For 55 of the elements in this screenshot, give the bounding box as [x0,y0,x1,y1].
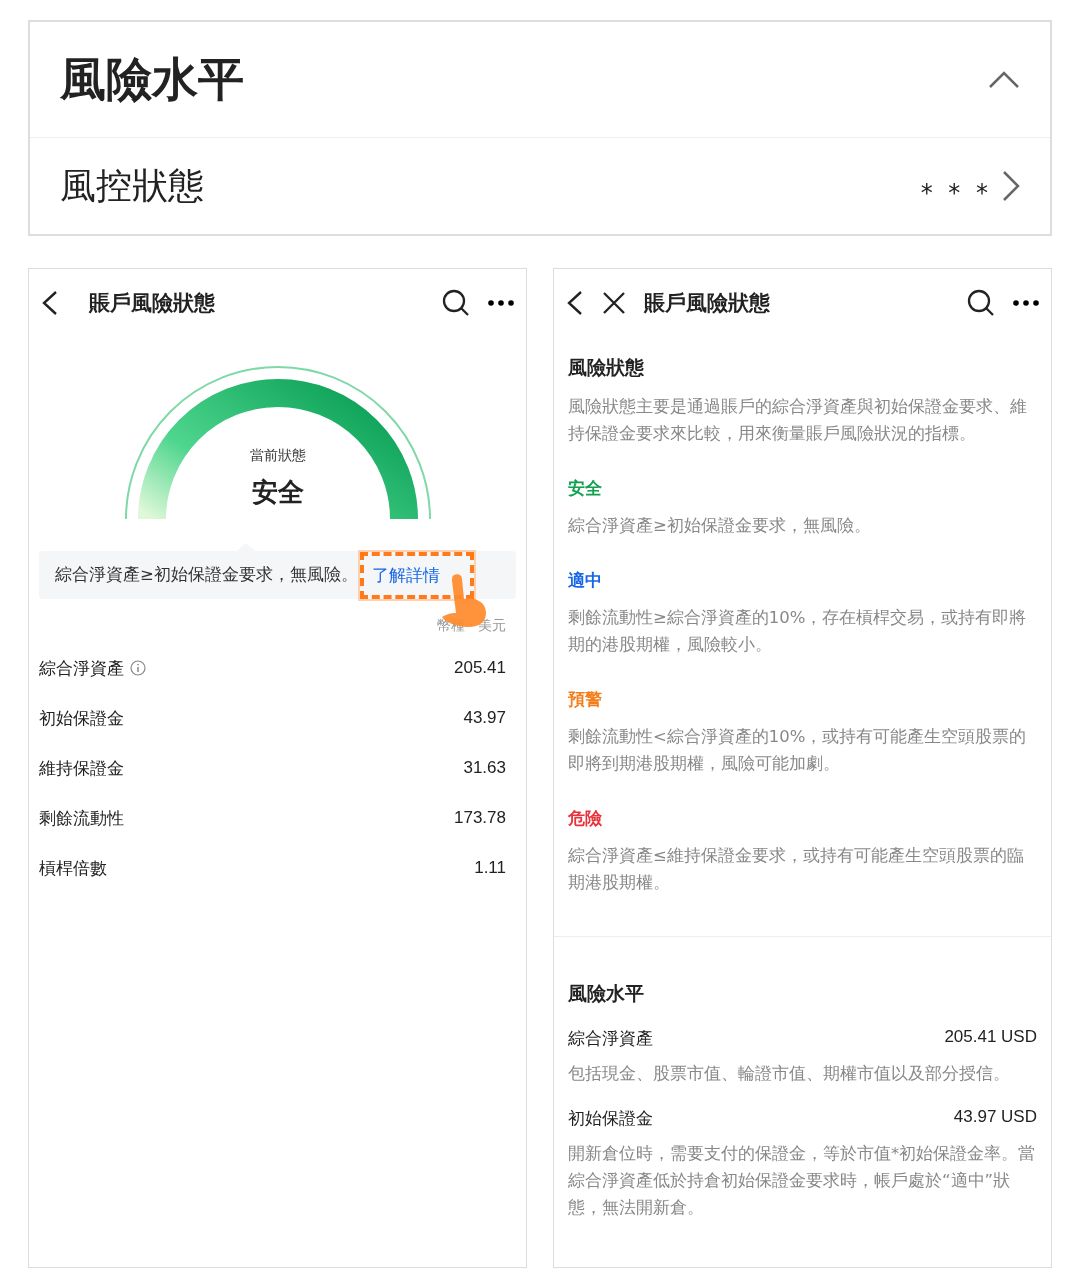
risk-status-row[interactable]: 風控狀態 * * * [30,138,1050,234]
metric-label: 綜合淨資產 [39,656,124,680]
metric-label: 槓桿倍數 [39,856,107,880]
metric-value: 1.11 [474,858,506,878]
back-button[interactable] [566,290,584,316]
close-button[interactable] [602,291,626,315]
metric-label: 初始保證金 [568,1107,653,1130]
back-button[interactable] [41,290,59,316]
metric-value: 31.63 [463,758,506,778]
search-button[interactable] [967,289,995,317]
status-name: 安全 [568,477,603,500]
metric-label: 初始保證金 [39,706,124,730]
more-button[interactable] [1013,300,1039,306]
metric-value: 173.78 [454,808,506,828]
status-name: 危險 [568,807,603,830]
metric-label: 綜合淨資產 [568,1027,653,1050]
gauge-status: 安全 [251,476,304,509]
metric-label: 剩餘流動性 [39,806,124,830]
row-label: 風控狀態 [60,163,204,208]
collapse-button[interactable] [988,70,1020,89]
status-name: 預警 [568,688,603,711]
section-heading: 風險狀態 [568,355,645,380]
tip-text: 綜合淨資產≥初始保證金要求，無風險。 [55,564,358,586]
status-description: 剩餘流動性≥綜合淨資產的10%，存在槓桿交易，或持有即將期的港股期權，風險較小。 [568,607,1028,656]
search-icon [442,289,470,317]
search-button[interactable] [442,289,470,317]
section-heading: 風險水平 [568,981,645,1006]
details-link[interactable]: 了解詳情 [371,563,440,587]
currency-label: 幣種 · 美元 [436,617,506,635]
status-description: 剩餘流動性<綜合淨資產的10%，或持有可能產生空頭股票的即將到期港股期權，風險可能加劇。 [568,726,1028,775]
metric-description: 包括現金、股票市值、輪證市值、期權市值以及部分授信。 [568,1063,1011,1085]
chevron-right-icon [1002,170,1020,202]
metric-value: 205.41 USD [944,1027,1037,1048]
masked-value: * * * [920,178,992,207]
gauge-caption: 當前狀態 [249,447,306,465]
back-icon [566,290,584,316]
more-icon [488,300,514,306]
more-icon [1013,300,1039,306]
close-icon [602,291,626,315]
status-name: 適中 [568,569,603,592]
back-icon [41,290,59,316]
metric-value: 205.41 [454,658,506,678]
chevron-up-icon [988,70,1020,89]
metric-value: 43.97 USD [953,1107,1037,1128]
search-icon [967,289,995,317]
metric-description: 開新倉位時，需要支付的保證金，等於市值*初始保證金率。當綜合淨資產低於持倉初始保證金要求時，帳戶處於“適中”狀態，無法開新倉。 [568,1143,1037,1219]
status-description: 綜合淨資產≥初始保證金要求，無風險。 [568,515,872,537]
metric-value: 43.97 [463,708,506,728]
screen-title: 賬戶風險狀態 [644,290,771,317]
section-title: 風險水平 [60,50,244,108]
more-button[interactable] [488,300,514,306]
metric-label: 維持保證金 [39,756,124,780]
status-description: 綜合淨資產≤維持保證金要求，或持有可能產生空頭股票的臨期港股期權。 [568,845,1025,894]
screen-title: 賬戶風險狀態 [89,290,216,317]
description: 風險狀態主要是通過賬戶的綜合淨資產與初始保證金要求、維持保證金要求來比較，用來衡量賬戶風險狀況的指標。 [568,396,1028,445]
